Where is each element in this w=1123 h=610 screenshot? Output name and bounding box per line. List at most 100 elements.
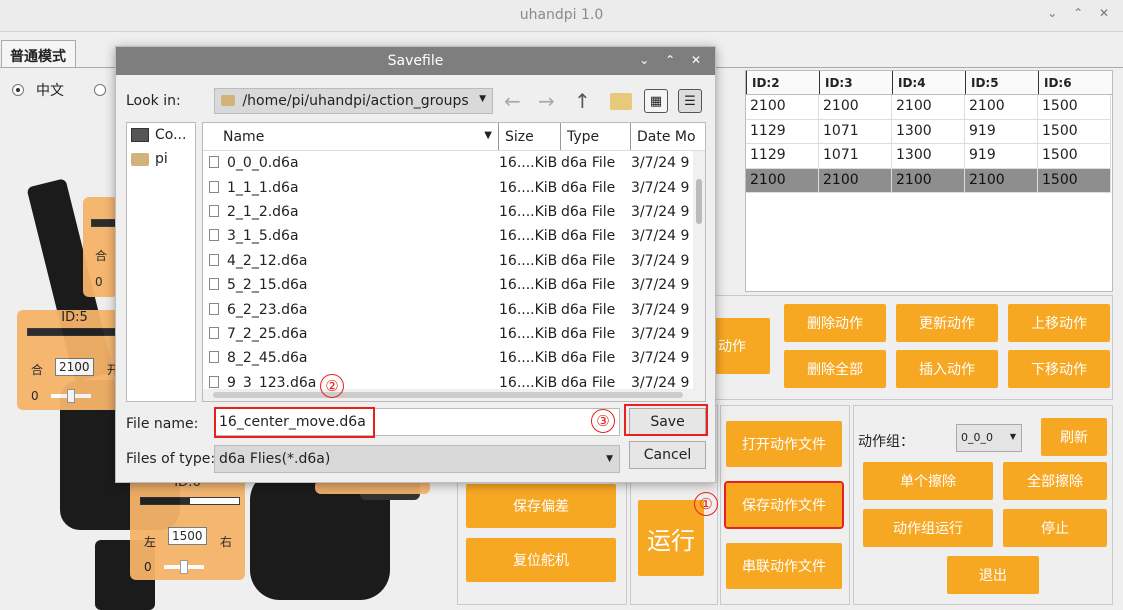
- chevron-down-icon: ▼: [479, 94, 486, 104]
- table-row[interactable]: 1129 1071 1300 919 1500: [746, 119, 1112, 144]
- chain-action-file-button[interactable]: 串联动作文件: [726, 543, 842, 589]
- servo-6-mini-slider[interactable]: [164, 560, 204, 574]
- file-size-cell: 16....KiB: [499, 301, 558, 318]
- sort-down-icon: ▼: [484, 130, 492, 141]
- col-id2[interactable]: ID:2: [746, 71, 819, 94]
- file-type-cell: d6a File: [561, 155, 616, 172]
- open-action-file-button[interactable]: 打开动作文件: [726, 421, 842, 467]
- look-in-combo[interactable]: /home/pi/uhandpi/action_groups ▼: [214, 88, 493, 114]
- file-size-cell: 16....KiB: [499, 155, 558, 172]
- file-rows: 0_0_0.d6a 16....KiB d6a File 3/7/24 9 1_1_1.…: [203, 151, 705, 395]
- chevron-down-icon: ▼: [606, 454, 613, 464]
- servo-5-mini-slider[interactable]: [51, 389, 91, 403]
- file-name-cell: 7_2_25.d6a: [203, 326, 499, 342]
- erase-all-button[interactable]: 全部擦除: [1003, 462, 1107, 500]
- file-name-text: 4_2_12.d6a: [227, 252, 308, 269]
- col-name-label: Name: [223, 129, 265, 145]
- delete-action-button[interactable]: 删除动作: [784, 304, 886, 342]
- window-controls[interactable]: ⌄ ⌃ ✕: [1047, 6, 1115, 20]
- file-row[interactable]: 4_2_12.d6a 16....KiB d6a File 3/7/24 9: [203, 249, 705, 273]
- document-icon: [209, 229, 219, 242]
- reset-servo-button[interactable]: 复位舵机: [466, 538, 616, 582]
- place-pi[interactable]: pi: [127, 147, 195, 171]
- table-row[interactable]: 1129 1071 1300 919 1500: [746, 144, 1112, 169]
- file-row[interactable]: 3_1_5.d6a 16....KiB d6a File 3/7/24 9: [203, 224, 705, 248]
- table-row[interactable]: 2100 2100 2100 2100 1500: [746, 95, 1112, 120]
- col-id6[interactable]: ID:6: [1038, 71, 1111, 94]
- file-row[interactable]: 5_2_15.d6a 16....KiB d6a File 3/7/24 9: [203, 273, 705, 297]
- horizontal-scrollbar[interactable]: [203, 389, 695, 401]
- up-arrow-icon[interactable]: ↑: [574, 89, 591, 113]
- servo-top-slider[interactable]: [91, 219, 118, 227]
- radio-chinese[interactable]: [12, 84, 24, 96]
- dialog-controls[interactable]: ⌄ ⌃ ✕: [639, 53, 707, 67]
- col-id4[interactable]: ID:4: [892, 71, 965, 94]
- scroll-thumb[interactable]: [213, 392, 683, 398]
- insert-action-button[interactable]: 插入动作: [896, 350, 998, 388]
- tab-normal-mode[interactable]: 普通模式: [1, 40, 76, 68]
- file-name-cell: 0_0_0.d6a: [203, 155, 499, 171]
- col-size[interactable]: Size: [499, 123, 561, 150]
- place-label: pi: [155, 151, 168, 167]
- new-folder-icon[interactable]: [610, 93, 632, 110]
- stop-button[interactable]: 停止: [1003, 509, 1107, 547]
- language-selector: 中文 E: [12, 80, 127, 100]
- save-offset-button[interactable]: 保存偏差: [466, 484, 616, 528]
- scroll-thumb[interactable]: [696, 179, 702, 224]
- col-type[interactable]: Type: [561, 123, 631, 150]
- file-size-cell: 16....KiB: [499, 350, 558, 367]
- servo-6-label-left: 左: [144, 535, 157, 549]
- table-cell: 1071: [819, 119, 892, 144]
- col-id3[interactable]: ID:3: [819, 71, 892, 94]
- refresh-button[interactable]: 刷新: [1041, 418, 1107, 456]
- action-group-run-button[interactable]: 动作组运行: [863, 509, 993, 547]
- place-computer[interactable]: Co...: [127, 123, 195, 147]
- move-up-action-button[interactable]: 上移动作: [1008, 304, 1110, 342]
- erase-one-button[interactable]: 单个擦除: [863, 462, 993, 500]
- col-name[interactable]: Name ▼: [203, 123, 499, 150]
- table-row-selected[interactable]: 2100 2100 2100 2100 1500: [746, 168, 1112, 193]
- file-name-text: 8_2_45.d6a: [227, 350, 308, 367]
- col-id5[interactable]: ID:5: [965, 71, 1038, 94]
- file-row[interactable]: 7_2_25.d6a 16....KiB d6a File 3/7/24 9: [203, 322, 705, 346]
- servo-5-bottom-value: 0: [31, 389, 39, 403]
- action-group-select[interactable]: 0_0_0 ▼: [956, 424, 1022, 452]
- cancel-button[interactable]: Cancel: [629, 441, 706, 469]
- file-name-cell: 5_2_15.d6a: [203, 277, 499, 293]
- file-row[interactable]: 1_1_1.d6a 16....KiB d6a File 3/7/24 9: [203, 175, 705, 199]
- dialog-title: Savefile: [387, 53, 444, 69]
- action-group-selected: 0_0_0: [961, 431, 993, 444]
- annotation-box-filename: [214, 407, 375, 438]
- file-size-cell: 16....KiB: [499, 179, 558, 196]
- table-cell: 1129: [746, 144, 819, 169]
- detail-view-icon[interactable]: ☰: [678, 89, 702, 113]
- run-button[interactable]: 运行: [638, 500, 704, 576]
- list-view-icon[interactable]: ▦: [644, 89, 668, 113]
- file-name-text: 3_1_5.d6a: [227, 228, 299, 245]
- servo-5-value[interactable]: 2100: [55, 358, 94, 376]
- servo-5-slider[interactable]: [27, 328, 127, 336]
- file-row[interactable]: 2_1_2.d6a 16....KiB d6a File 3/7/24 9: [203, 200, 705, 224]
- exit-button[interactable]: 退出: [947, 556, 1039, 594]
- file-row[interactable]: 6_2_23.d6a 16....KiB d6a File 3/7/24 9: [203, 297, 705, 321]
- save-action-file-button[interactable]: 保存动作文件: [724, 481, 844, 529]
- file-row[interactable]: 8_2_45.d6a 16....KiB d6a File 3/7/24 9: [203, 346, 705, 370]
- col-date[interactable]: Date Mo: [631, 123, 695, 150]
- file-type-cell: d6a File: [561, 350, 616, 367]
- update-action-button[interactable]: 更新动作: [896, 304, 998, 342]
- table-cell: 1500: [1038, 144, 1111, 169]
- servo-6-value[interactable]: 1500: [168, 527, 207, 545]
- vertical-scrollbar[interactable]: [693, 151, 705, 401]
- delete-all-button[interactable]: 删除全部: [784, 350, 886, 388]
- file-type-cell: d6a File: [561, 325, 616, 342]
- table-cell: 2100: [819, 168, 892, 193]
- radio-english[interactable]: [94, 84, 106, 96]
- move-down-action-button[interactable]: 下移动作: [1008, 350, 1110, 388]
- action-group-label: 动作组：: [858, 434, 914, 450]
- servo-top-label: 合: [95, 249, 108, 263]
- file-type-select[interactable]: d6a Flies(*.d6a) ▼: [214, 445, 620, 473]
- back-arrow-icon[interactable]: ←: [504, 89, 521, 113]
- forward-arrow-icon[interactable]: →: [538, 89, 555, 113]
- file-row[interactable]: 0_0_0.d6a 16....KiB d6a File 3/7/24 9: [203, 151, 705, 175]
- servo-6-slider[interactable]: [140, 497, 240, 505]
